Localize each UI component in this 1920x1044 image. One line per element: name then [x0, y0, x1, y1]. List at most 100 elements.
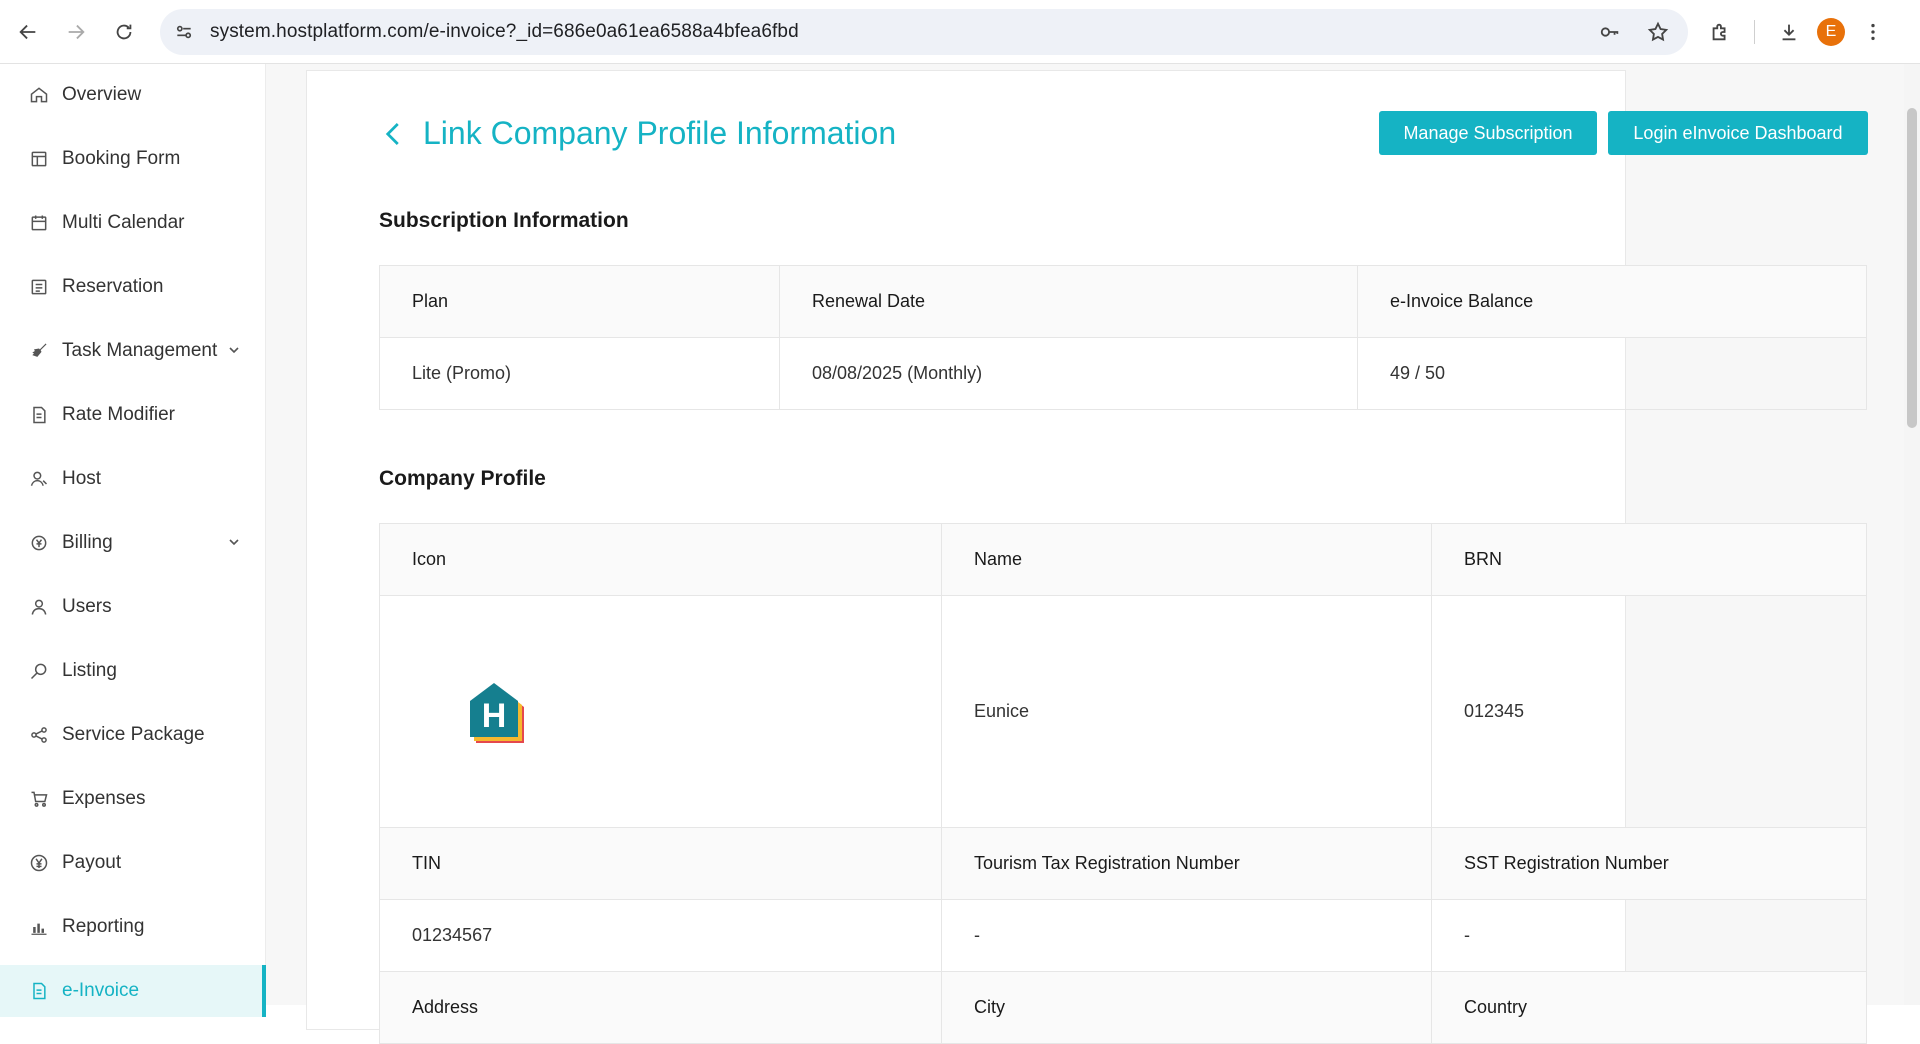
- company-logo-cell: H: [379, 595, 942, 828]
- company-logo: H: [466, 681, 526, 743]
- password-key-icon[interactable]: [1590, 12, 1630, 52]
- sidebar-item-service-package[interactable]: Service Package: [0, 709, 266, 761]
- back-icon[interactable]: [8, 12, 48, 52]
- einvoice-balance-value: 49 / 50: [1357, 337, 1867, 410]
- chevron-down-icon: [229, 347, 239, 354]
- tin-header: TIN: [379, 827, 942, 900]
- download-icon[interactable]: [1769, 12, 1809, 52]
- sidebar-item-label: Billing: [62, 532, 113, 553]
- extensions-icon[interactable]: [1700, 12, 1740, 52]
- table-row: H Eunice 012345: [379, 595, 1867, 828]
- plan-value: Lite (Promo): [379, 337, 780, 410]
- brn-value: 012345: [1431, 595, 1867, 828]
- search-icon: [28, 660, 50, 682]
- subscription-section-title: Subscription Information: [379, 209, 629, 232]
- page-header: Link Company Profile Information: [379, 115, 896, 152]
- brn-header: BRN: [1431, 523, 1867, 596]
- table-row: Lite (Promo) 08/08/2025 (Monthly) 49 / 5…: [379, 337, 1867, 410]
- sidebar-item-host[interactable]: Host: [0, 453, 266, 505]
- page-title: Link Company Profile Information: [423, 115, 897, 151]
- subscription-table: Plan Renewal Date e-Invoice Balance Lite…: [379, 265, 1867, 410]
- url-text[interactable]: system.hostplatform.com/e-invoice?_id=68…: [210, 21, 799, 43]
- icon-header: Icon: [379, 523, 942, 596]
- sidebar-item-label: Reservation: [62, 276, 164, 297]
- cart-icon: [28, 788, 50, 810]
- yen-icon: [28, 852, 50, 874]
- country-header: Country: [1431, 971, 1867, 1044]
- bookmark-star-icon[interactable]: [1638, 12, 1678, 52]
- toolbar-separator: [1754, 20, 1755, 44]
- table-header-row: Plan Renewal Date e-Invoice Balance: [379, 265, 1867, 338]
- sidebar-item-label: Expenses: [62, 788, 146, 809]
- share-icon: [28, 724, 50, 746]
- address-header: Address: [379, 971, 942, 1044]
- sidebar-item-expenses[interactable]: Expenses: [0, 773, 266, 825]
- chevron-down-icon: [229, 539, 239, 546]
- sidebar-item-label: Booking Form: [62, 148, 181, 169]
- sst-header: SST Registration Number: [1431, 827, 1867, 900]
- sidebar-item-label: Service Package: [62, 724, 205, 745]
- manage-subscription-button[interactable]: Manage Subscription: [1379, 111, 1597, 155]
- forward-icon[interactable]: [56, 12, 96, 52]
- document-icon: [28, 404, 50, 426]
- site-info-icon[interactable]: [164, 12, 204, 52]
- address-bar[interactable]: system.hostplatform.com/e-invoice?_id=68…: [160, 9, 1688, 55]
- host-icon: [28, 468, 50, 490]
- sidebar-item-reporting[interactable]: Reporting: [0, 901, 266, 953]
- sidebar-item-billing[interactable]: Billing: [0, 517, 266, 569]
- sidebar-item-label: Task Management: [62, 340, 218, 361]
- page-scrollbar[interactable]: [1904, 64, 1920, 1005]
- back-arrow-icon[interactable]: [379, 119, 409, 149]
- sidebar-item-label: Host: [62, 468, 102, 489]
- sidebar-item-rate-modifier[interactable]: Rate Modifier: [0, 389, 266, 441]
- login-einvoice-dashboard-button[interactable]: Login eInvoice Dashboard: [1608, 111, 1868, 155]
- table-header-row: Icon Name BRN: [379, 523, 1867, 596]
- name-header: Name: [941, 523, 1432, 596]
- scrollbar-thumb[interactable]: [1907, 108, 1917, 428]
- table-row: 01234567 - -: [379, 899, 1867, 972]
- sidebar-item-users[interactable]: Users: [0, 581, 266, 633]
- sst-value: -: [1431, 899, 1867, 972]
- sidebar-item-label: Multi Calendar: [62, 212, 185, 233]
- company-name-value: Eunice: [941, 595, 1432, 828]
- sidebar-item-task-management[interactable]: Task Management: [0, 325, 266, 377]
- sidebar-item-label: Overview: [62, 84, 142, 105]
- form-icon: [28, 148, 50, 170]
- sidebar-item-booking-form[interactable]: Booking Form: [0, 133, 266, 185]
- content-card: Link Company Profile Information Manage …: [306, 70, 1868, 1044]
- plan-header: Plan: [379, 265, 780, 338]
- profile-avatar[interactable]: E: [1817, 18, 1845, 46]
- sidebar-item-label: Reporting: [62, 916, 145, 937]
- sidebar-item-label: Listing: [62, 660, 117, 681]
- user-icon: [28, 596, 50, 618]
- sidebar-item-listing[interactable]: Listing: [0, 645, 266, 697]
- sidebar-item-label: Rate Modifier: [62, 404, 175, 425]
- tourism-tax-value: -: [941, 899, 1432, 972]
- sidebar-item-label: Payout: [62, 852, 122, 873]
- city-header: City: [941, 971, 1432, 1044]
- tourism-tax-header: Tourism Tax Registration Number: [941, 827, 1432, 900]
- billing-icon: [28, 532, 50, 554]
- tin-value: 01234567: [379, 899, 942, 972]
- sidebar: Overview Booking Form Multi Calendar Res…: [0, 64, 266, 1017]
- sidebar-item-label: e-Invoice: [62, 980, 140, 1001]
- list-icon: [28, 276, 50, 298]
- sidebar-item-e-invoice[interactable]: e-Invoice: [0, 965, 266, 1017]
- svg-text:H: H: [482, 697, 507, 735]
- home-icon: [28, 84, 50, 106]
- main-content: Link Company Profile Information Manage …: [266, 64, 1906, 1044]
- renewal-date-header: Renewal Date: [779, 265, 1358, 338]
- sidebar-item-reservation[interactable]: Reservation: [0, 261, 266, 313]
- sidebar-item-overview[interactable]: Overview: [0, 69, 266, 121]
- browser-toolbar: system.hostplatform.com/e-invoice?_id=68…: [0, 0, 1920, 64]
- einvoice-balance-header: e-Invoice Balance: [1357, 265, 1867, 338]
- company-profile-section-title: Company Profile: [379, 467, 546, 490]
- calendar-icon: [28, 212, 50, 234]
- sidebar-item-label: Users: [62, 596, 112, 617]
- reload-icon[interactable]: [104, 12, 144, 52]
- sidebar-item-multi-calendar[interactable]: Multi Calendar: [0, 197, 266, 249]
- sidebar-item-payout[interactable]: Payout: [0, 837, 266, 889]
- broom-icon: [28, 340, 50, 362]
- company-profile-table: Icon Name BRN H Eunice 012345 TIN Touris…: [379, 523, 1867, 1044]
- menu-kebab-icon[interactable]: [1853, 12, 1893, 52]
